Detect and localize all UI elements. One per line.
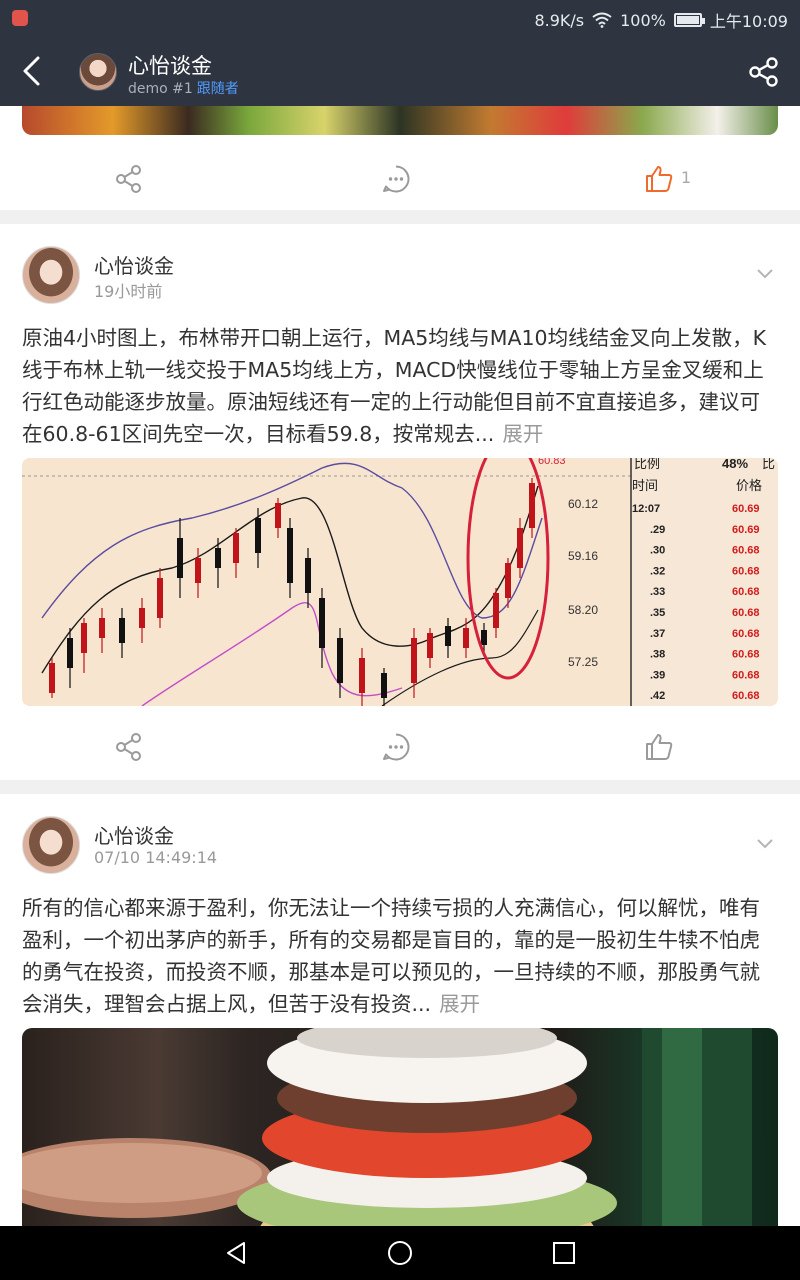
price-row-price: 60.68 (732, 586, 760, 598)
price-row-price: 60.68 (732, 565, 760, 577)
author-name[interactable]: 心怡谈金 (94, 820, 174, 849)
post-image[interactable] (22, 106, 778, 135)
chart-col-price: 价格 (736, 478, 762, 493)
demo-label: demo #1 (128, 81, 193, 97)
chevron-down-icon[interactable] (756, 268, 774, 280)
thumbs-up-icon[interactable] (644, 164, 674, 194)
chart-top-value: 60.83 (538, 458, 566, 467)
nav-back-icon[interactable] (224, 1240, 250, 1266)
notification-app-icon (12, 10, 28, 26)
follow-link[interactable]: 跟随者 (197, 81, 239, 97)
avatar[interactable] (79, 53, 117, 91)
burger-photo (22, 1028, 752, 1226)
chart-y-label: 59.16 (568, 549, 598, 563)
share-icon[interactable] (114, 164, 144, 194)
chevron-down-icon[interactable] (756, 838, 774, 850)
kline-chart: 60.83 60.12 59.16 58.20 57.25 比例 48% 比 时… (22, 458, 778, 706)
network-speed: 8.9K/s (534, 10, 585, 30)
clock: 上午10:09 (709, 12, 788, 31)
battery-icon (673, 13, 705, 27)
post-text[interactable]: 原油4小时图上，布林带开口朝上运行，MA5均线与MA10均线结金叉向上发散，K线… (22, 322, 778, 450)
battery-percent: 100% (620, 10, 666, 30)
price-row-time: .38 (650, 649, 665, 661)
price-row-time: .29 (650, 524, 665, 536)
price-row-price: 60.68 (732, 545, 760, 557)
post-body: 原油4小时图上，布林带开口朝上运行，MA5均线与MA10均线结金叉向上发散，K线… (22, 326, 767, 446)
price-row-time: 12:07 (632, 503, 660, 515)
chart-header-right: 比 (762, 458, 775, 471)
price-row-time: .37 (650, 628, 665, 640)
back-arrow-icon[interactable] (16, 54, 50, 88)
price-row-price: 60.68 (732, 649, 760, 661)
post-card: 1 (0, 106, 800, 210)
price-row-time: .32 (650, 565, 665, 577)
price-row-time: .39 (650, 669, 665, 681)
price-row-price: 60.68 (732, 690, 760, 702)
expand-link[interactable]: 展开 (502, 422, 543, 446)
action-row (0, 714, 800, 784)
page-title: 心怡谈金 (128, 54, 212, 78)
avatar[interactable] (22, 816, 80, 874)
post-text[interactable]: 所有的信心都来源于盈利，你无法让一个持续亏损的人充满信心，何以解忧，唯有盈利，一… (22, 892, 778, 1020)
chart-y-label: 58.20 (568, 603, 598, 617)
price-row-time: .35 (650, 607, 665, 619)
price-row-price: 60.69 (732, 524, 760, 536)
nav-recents-icon[interactable] (551, 1240, 577, 1266)
system-nav-bar (0, 1226, 800, 1280)
price-row-price: 60.68 (732, 607, 760, 619)
account-subtitle: demo #1 跟随者 (128, 78, 239, 98)
comment-icon[interactable] (381, 164, 411, 194)
chart-y-label: 57.25 (568, 655, 598, 669)
price-row-price: 60.69 (732, 503, 760, 515)
post-card: 心怡谈金 19小时前 原油4小时图上，布林带开口朝上运行，MA5均线与MA10均… (0, 224, 800, 780)
share-icon[interactable] (114, 732, 144, 762)
feed[interactable]: 1 心怡谈金 19小时前 原油4小时图上，布林带开口朝上运行，MA5均线与MA1… (0, 106, 800, 1226)
comment-icon[interactable] (381, 732, 411, 762)
chart-y-label: 60.12 (568, 497, 598, 511)
post-time: 19小时前 (94, 282, 163, 301)
post-card: 心怡谈金 07/10 14:49:14 所有的信心都来源于盈利，你无法让一个持续… (0, 794, 800, 1226)
chart-col-time: 时间 (632, 478, 658, 493)
status-bar: 8.9K/s 100% 上午10:09 (0, 0, 800, 36)
chart-header-ratio: 比例 (634, 458, 660, 471)
chart-header-percent: 48% (722, 458, 748, 471)
wifi-icon (592, 12, 612, 28)
expand-link[interactable]: 展开 (439, 992, 480, 1016)
post-image[interactable]: 60.83 60.12 59.16 58.20 57.25 比例 48% 比 时… (22, 458, 778, 706)
price-row-price: 60.68 (732, 628, 760, 640)
price-row-time: .42 (650, 690, 665, 702)
post-time: 07/10 14:49:14 (94, 848, 218, 867)
author-name[interactable]: 心怡谈金 (94, 250, 174, 279)
post-image[interactable] (22, 1028, 778, 1226)
price-row-price: 60.68 (732, 669, 760, 681)
price-row-time: .30 (650, 545, 665, 557)
avatar[interactable] (22, 246, 80, 304)
share-icon[interactable] (748, 56, 780, 88)
price-row-time: .33 (650, 586, 665, 598)
thumbs-up-icon[interactable] (644, 732, 674, 762)
app-bar: 心怡谈金 demo #1 跟随者 (0, 36, 800, 106)
like-count: 1 (681, 168, 692, 187)
action-row: 1 (0, 146, 800, 216)
nav-home-icon[interactable] (387, 1240, 413, 1266)
post-body: 所有的信心都来源于盈利，你无法让一个持续亏损的人充满信心，何以解忧，唯有盈利，一… (22, 896, 760, 1016)
